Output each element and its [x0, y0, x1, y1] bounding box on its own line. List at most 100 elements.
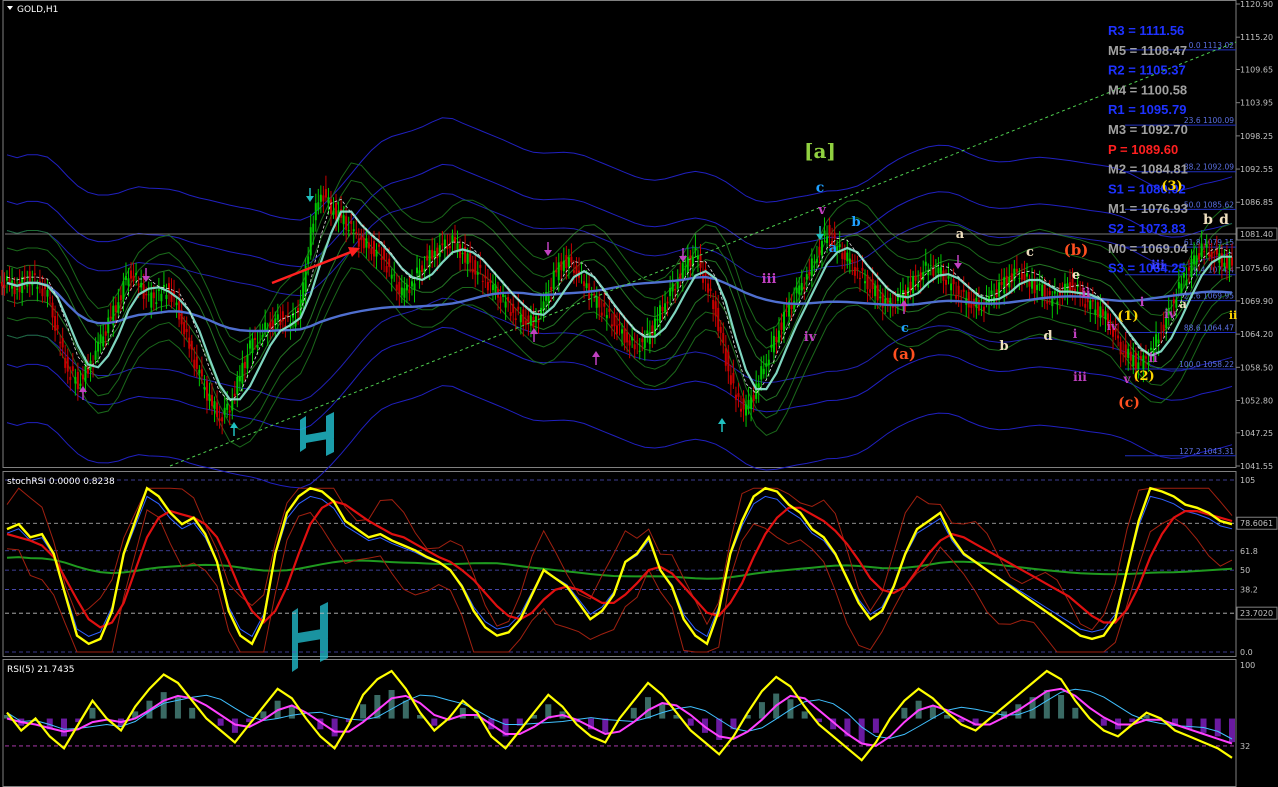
rsi-histogram-bar [459, 707, 466, 719]
rsi-histogram-bar [189, 707, 196, 719]
stoch-tick-label: 105 [1240, 476, 1255, 485]
signal-arrow-icon [954, 263, 962, 269]
pivot-label: M5 = 1108.47 [1108, 43, 1187, 58]
rsi-histogram-bar [644, 697, 651, 719]
rsi-series [4, 669, 1236, 762]
wave-label: d [1043, 329, 1052, 344]
wave-label: b [999, 339, 1008, 354]
wave-label: a [956, 227, 965, 242]
wave-label: ii [1148, 351, 1158, 365]
axis-tick-label: 1041.55 [1240, 462, 1273, 471]
price-axis: 1120.90 1115.20 1109.65 1103.95 1098.25 1092.… [1236, 0, 1278, 751]
wave-label: e [1072, 268, 1080, 283]
wave-label: ii [1081, 286, 1091, 300]
axis-tick-label: 1047.25 [1240, 429, 1273, 438]
signal-arrow-icon [306, 196, 314, 202]
rsi-histogram-bar [431, 718, 438, 726]
rsi-panel-title: RSI(5) 21.7435 [7, 665, 74, 675]
pivot-label: R2 = 1105.37 [1108, 63, 1186, 78]
fib-label-2: 38.2 1092.09 [1184, 163, 1234, 172]
axis-tick-label: 1081.40 [1240, 230, 1273, 239]
rsi-histogram-bar [60, 718, 67, 737]
pivot-label: S3 = 1064.25 [1108, 261, 1186, 276]
wave-label: iii [762, 272, 777, 287]
axis-tick-label: 1115.20 [1240, 33, 1273, 42]
rsi-histogram-bar [1072, 707, 1079, 719]
rsi-histogram-bar [901, 707, 908, 719]
wave-label: d [1219, 212, 1229, 228]
stoch-tick-label: 23.7020 [1240, 609, 1273, 618]
wave-label: v [1123, 372, 1132, 386]
wave-label: c [1026, 245, 1034, 260]
signal-arrow-icon [900, 300, 908, 306]
signal-arrow-icon [544, 250, 552, 256]
stoch-rsi-series [5, 479, 1236, 653]
rsi-histogram-bar [858, 718, 865, 744]
stoch-tick-label: 78.6061 [1240, 519, 1273, 528]
wave-label: (b) [1064, 241, 1089, 259]
rsi-histogram-bar [872, 718, 879, 733]
stoch-tick-label: 0.0 [1240, 648, 1253, 657]
wave-label: (a) [892, 345, 916, 363]
h-marker-icon [300, 412, 334, 456]
wave-label: (c) [1118, 395, 1140, 411]
pivot-label: R1 = 1095.79 [1108, 102, 1186, 117]
wave-label: a [1179, 297, 1187, 311]
rsi-histogram-bar [388, 689, 395, 719]
pivot-label: M1 = 1076.93 [1108, 201, 1188, 216]
pivot-label: S2 = 1073.83 [1108, 221, 1186, 236]
rsi-histogram-bar [1043, 689, 1050, 719]
rsi-histogram-bar [89, 707, 96, 719]
wave-label: iii [1073, 370, 1087, 384]
axis-tick-label: 1075.60 [1240, 264, 1273, 273]
rsi-histogram-bar [288, 706, 295, 719]
pivot-label: M0 = 1069.04 [1108, 241, 1189, 256]
rsi-panel-frame [2, 659, 1237, 787]
axis-tick-label: 1064.20 [1240, 330, 1273, 339]
axis-tick-label: 1109.65 [1240, 66, 1273, 75]
wave-label: ii [1229, 309, 1237, 322]
symbol-title: GOLD,H1 [17, 5, 58, 15]
rsi-histogram-bar [360, 704, 367, 719]
rsi-histogram-bar [659, 704, 666, 719]
wave-label: a [829, 241, 838, 256]
dashed-ma-line [6, 198, 1233, 402]
moving-averages [6, 198, 1233, 402]
red-arrow-line [271, 248, 357, 285]
wave-label: [a] [804, 139, 836, 163]
chart-canvas: GOLD,H1 0.0 1113.02 23.6 1100.09 38.2 1092… [0, 0, 1278, 787]
pivot-label: P = 1089.60 [1108, 142, 1178, 157]
symbol-menu-icon[interactable] [7, 6, 13, 10]
axis-tick-label: 1120.90 [1240, 0, 1273, 9]
wave-label: (3) [1161, 179, 1182, 194]
rsi-histogram-bar [217, 718, 224, 726]
axis-tick-label: 1058.50 [1240, 363, 1273, 372]
pivot-label: M3 = 1092.70 [1108, 122, 1188, 137]
wave-label: iv [1164, 307, 1177, 321]
stoch-panel-title: stochRSI 0.0000 0.8238 [7, 477, 115, 487]
fibonacci-levels: 0.0 1113.02 23.6 1100.09 38.2 1092.09 50.0 … [5, 41, 1236, 457]
axis-tick-label: 1052.80 [1240, 396, 1273, 405]
wave-label: b [851, 215, 860, 230]
pivot-levels: R3 = 1111.56 M5 = 1108.47 R2 = 1105.37 M4 =… [1108, 23, 1189, 276]
wave-label: b [1203, 212, 1213, 228]
fib-label-8: 100.0 1058.22 [1179, 360, 1234, 369]
rsi-histogram-bar [687, 718, 694, 726]
wave-label: c [901, 321, 909, 336]
blue-band-0 [6, 385, 1233, 489]
rsi-histogram-bar [602, 718, 609, 733]
axis-tick-label: 1103.95 [1240, 99, 1273, 108]
fib-label-0: 0.0 1113.02 [1189, 41, 1235, 50]
stoch-tick-label: 61.8 [1240, 547, 1258, 556]
pivot-label: R3 = 1111.56 [1108, 23, 1184, 38]
rsi-tick-label: 100 [1240, 661, 1255, 670]
stoch-tick-label: 38.2 [1240, 585, 1258, 594]
pivot-label: M2 = 1084.81 [1108, 162, 1188, 177]
rsi-histogram-bar [801, 711, 808, 719]
pivot-label: M4 = 1100.58 [1108, 82, 1187, 97]
rsi-histogram-bar [1100, 718, 1107, 726]
rsi-histogram-bar [160, 692, 167, 719]
wave-label: i [1073, 327, 1078, 341]
rsi-histogram-bar [1200, 718, 1207, 733]
envelope-bands [6, 117, 1233, 489]
